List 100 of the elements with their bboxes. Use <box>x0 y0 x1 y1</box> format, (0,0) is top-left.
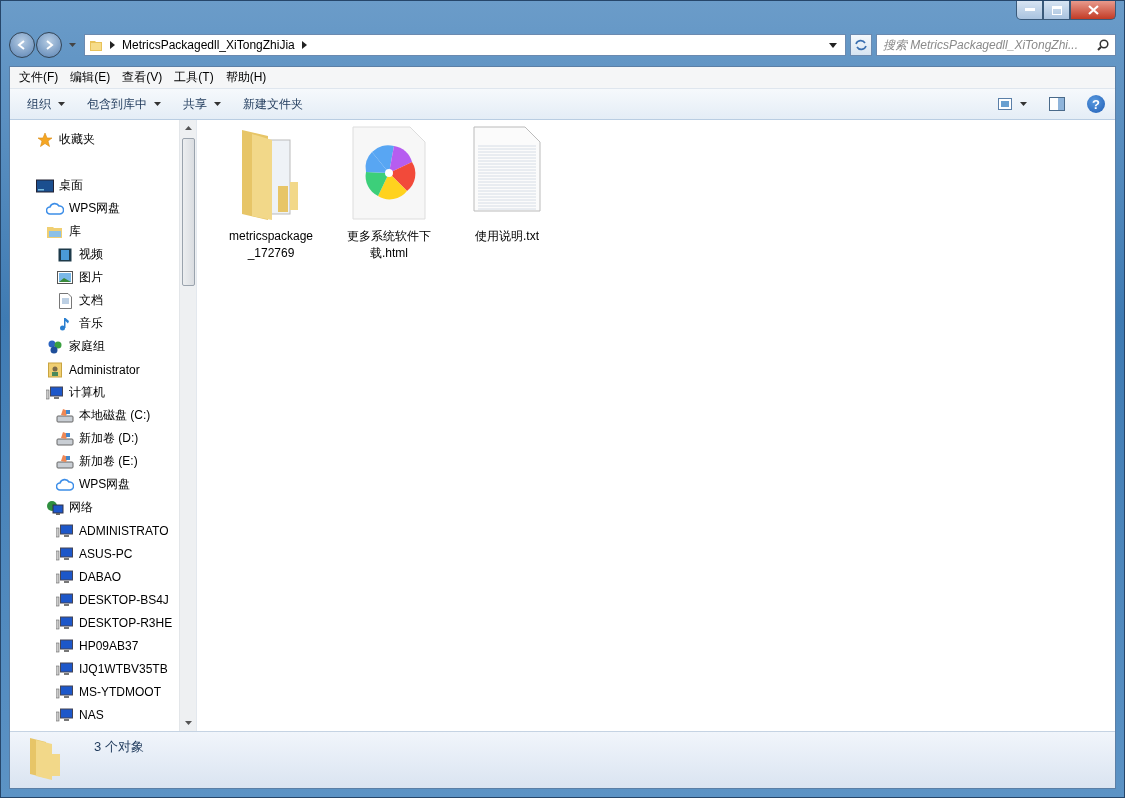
navigation-item[interactable]: 计算机 <box>10 381 179 404</box>
preview-pane-icon <box>1049 97 1065 111</box>
navigation-item[interactable]: 库 <box>10 220 179 243</box>
folder-icon <box>89 38 103 52</box>
navigation-label: ASUS-PC <box>79 546 133 561</box>
computer-icon <box>56 522 74 539</box>
drive-icon <box>56 430 74 447</box>
help-button[interactable]: ? <box>1087 95 1105 113</box>
navigation-label: MS-YTDMOOT <box>79 684 161 699</box>
navigation-item[interactable]: ASUS-PC <box>10 542 179 565</box>
navigation-item[interactable]: NAS <box>10 703 179 726</box>
navigation-label: 图片 <box>79 269 103 286</box>
navigation-item[interactable]: 收藏夹 <box>10 128 179 151</box>
navigation-item[interactable]: DABAO <box>10 565 179 588</box>
back-button[interactable] <box>9 32 35 58</box>
navigation-label: WPS网盘 <box>69 200 121 217</box>
file-name: 更多系统软件下载.html <box>346 228 432 262</box>
navigation-item[interactable]: 本地磁盘 (C:) <box>10 404 179 427</box>
computer-icon <box>56 660 74 677</box>
navigation-item[interactable]: 桌面 <box>10 174 179 197</box>
navigation-item[interactable]: 文档 <box>10 289 179 312</box>
navigation-item[interactable]: 图片 <box>10 266 179 289</box>
network-globe-icon <box>46 499 64 516</box>
breadcrumb[interactable]: MetricsPackagedll_XiTongZhiJia <box>122 38 295 52</box>
maximize-icon <box>1051 5 1062 15</box>
search-icon <box>1097 39 1109 51</box>
file-item[interactable]: 使用说明.txt <box>451 126 563 245</box>
navigation-item[interactable]: 视频 <box>10 243 179 266</box>
minimize-button[interactable] <box>1016 1 1043 20</box>
view-icon <box>998 98 1012 110</box>
toolbar-button[interactable]: 新建文件夹 <box>234 91 312 117</box>
navigation-item[interactable]: 家庭组 <box>10 335 179 358</box>
chevron-icon <box>110 41 115 49</box>
toolbar-button[interactable]: 组织 <box>18 91 74 117</box>
navigation-label: ADMINISTRATO <box>79 523 169 538</box>
file-item[interactable]: metricspackage_172769 <box>215 126 327 262</box>
computer-icon <box>56 637 74 654</box>
computer-icon <box>56 545 74 562</box>
scrollbar-thumb[interactable] <box>181 138 195 286</box>
toolbar-button[interactable]: 包含到库中 <box>78 91 170 117</box>
navigation-item[interactable]: Administrator <box>10 358 179 381</box>
navigation-label: 新加卷 (E:) <box>79 453 138 470</box>
navigation-item[interactable]: HP09AB37 <box>10 634 179 657</box>
refresh-icon <box>854 39 868 51</box>
refresh-button[interactable] <box>850 34 872 56</box>
navigation-item[interactable]: IJQ1WTBV35TB <box>10 657 179 680</box>
navigation-label: 本地磁盘 (C:) <box>79 407 151 424</box>
navigation-label: 收藏夹 <box>59 131 95 148</box>
computer-icon <box>56 591 74 608</box>
navigation-label: Administrator <box>69 362 140 377</box>
scroll-down-arrow-icon[interactable] <box>184 721 192 725</box>
search-field[interactable]: 搜索 MetricsPackagedll_XiTongZhi... <box>876 34 1116 56</box>
scrollbar[interactable] <box>179 120 196 731</box>
cloud-icon <box>56 476 74 493</box>
drive-icon <box>56 453 74 470</box>
computer-icon <box>56 706 74 723</box>
menu-item[interactable]: 文件(F) <box>13 69 65 86</box>
navigation-item[interactable]: DESKTOP-R3HE <box>10 611 179 634</box>
file-item[interactable]: 更多系统软件下载.html <box>333 126 445 262</box>
navigation-item[interactable]: ADMINISTRATO <box>10 519 179 542</box>
star-icon <box>36 131 54 148</box>
navigation-item[interactable]: MS-YTDMOOT <box>10 680 179 703</box>
navigation-item[interactable]: DESKTOP-BS4J <box>10 588 179 611</box>
close-button[interactable] <box>1070 1 1116 20</box>
navigation-label: WPS网盘 <box>79 476 131 493</box>
navigation-item[interactable]: 新加卷 (E:) <box>10 450 179 473</box>
address-bar[interactable]: MetricsPackagedll_XiTongZhiJia <box>84 34 846 56</box>
menu-item[interactable]: 查看(V) <box>116 69 169 86</box>
navigation-label: 桌面 <box>59 177 83 194</box>
navigation-label: HP09AB37 <box>79 638 139 653</box>
picture-icon <box>56 269 74 286</box>
computer-icon <box>56 683 74 700</box>
navigation-label: DABAO <box>79 569 121 584</box>
menu-item[interactable]: 编辑(E) <box>64 69 117 86</box>
navigation-item[interactable]: 音乐 <box>10 312 179 335</box>
desktop-icon <box>36 177 54 194</box>
navigation-item[interactable]: 新加卷 (D:) <box>10 427 179 450</box>
close-icon <box>1087 5 1099 15</box>
navigation-item[interactable]: WPS网盘 <box>10 473 179 496</box>
scroll-up-arrow-icon[interactable] <box>184 126 192 130</box>
history-caret-icon[interactable] <box>69 43 76 47</box>
toolbar-button[interactable]: 共享 <box>174 91 230 117</box>
navigation-item[interactable]: WPS网盘 <box>10 197 179 220</box>
minimize-icon <box>1024 8 1035 12</box>
dropdown-caret-icon[interactable] <box>829 42 837 48</box>
forward-button[interactable] <box>36 32 62 58</box>
menu-item[interactable]: 工具(T) <box>168 69 220 86</box>
item-count: 3 个对象 <box>94 738 144 756</box>
maximize-button[interactable] <box>1043 1 1070 20</box>
navigation-item[interactable]: 网络 <box>10 496 179 519</box>
navigation-label: IJQ1WTBV35TB <box>79 661 168 676</box>
user-folder-icon <box>46 361 64 378</box>
navigation-label: 家庭组 <box>69 338 105 355</box>
navigation-label: NAS <box>79 707 104 722</box>
homegroup-icon <box>46 338 64 355</box>
navigation-label: 文档 <box>79 292 103 309</box>
computer-icon <box>46 384 64 401</box>
menu-item[interactable]: 帮助(H) <box>219 69 273 86</box>
navigation-label: DESKTOP-BS4J <box>79 592 169 607</box>
film-icon <box>56 246 74 263</box>
